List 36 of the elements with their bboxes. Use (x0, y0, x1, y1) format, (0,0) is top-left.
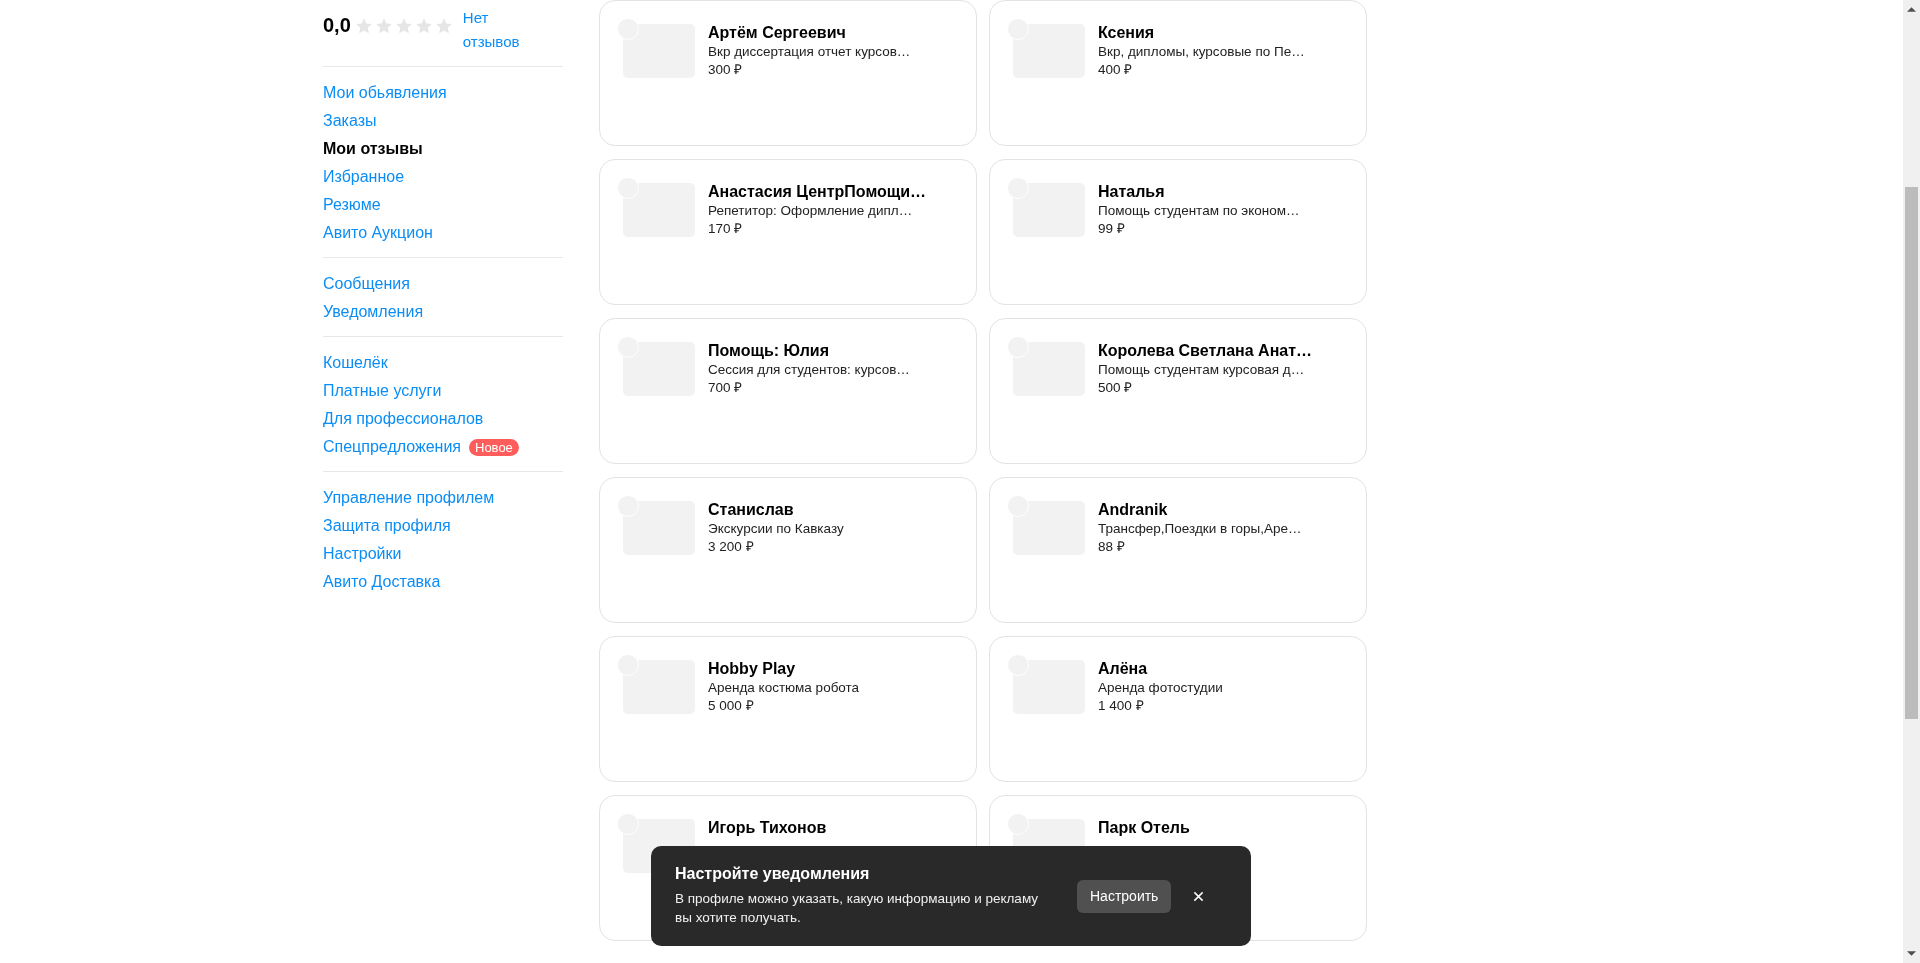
listing-price: 1 400 ₽ (1098, 697, 1145, 715)
listing-title: Hobby Play (708, 659, 797, 679)
listing-price: 170 ₽ (708, 220, 744, 238)
listing-title: Помощь: Юлия (708, 341, 830, 361)
listing-description: Помощь студентам курсовая д… (1098, 361, 1306, 379)
listing-description: Аренда костюма робота (708, 679, 860, 697)
listing-title: Парк Отель (1098, 818, 1190, 838)
listing-description: Вкр, дипломы, курсовые по Пе… (1098, 43, 1305, 61)
listing-title: Станислав (708, 500, 795, 520)
listing-price: 500 ₽ (1098, 379, 1134, 397)
listing-description: Аренда фотостудии (1098, 679, 1223, 697)
listing-price: 300 ₽ (708, 61, 744, 79)
toast-message: В профиле можно указать, какую информацию и рекламу вы хотите получать. (675, 890, 1040, 927)
listing-description: Сессия для студентов: курсов… (708, 361, 910, 379)
listing-title: Анастасия ЦентрПомощи… (708, 182, 927, 202)
listing-price: 400 ₽ (1098, 61, 1134, 79)
listing-title: Алёна (1098, 659, 1149, 679)
listing-description: Репетитор: Оформление дипл… (708, 202, 914, 220)
listing-title: Королева Светлана Анат… (1098, 341, 1313, 361)
listing-description: Трансфер,Поездки в горы,Аре… (1098, 520, 1302, 538)
listing-description: Вкр диссертация отчет курсов… (708, 43, 911, 61)
listing-description: Помощь студентам по эконом… (1098, 202, 1300, 220)
new-badge: Новое (469, 438, 519, 456)
listing-price: 88 ₽ (1098, 538, 1126, 556)
listing-price: 5 000 ₽ (708, 697, 755, 715)
listing-price: 3 200 ₽ (708, 538, 755, 556)
listing-price: 700 ₽ (708, 379, 744, 397)
listing-title: Ксения (1098, 23, 1156, 43)
listing-description: Экскурсии по Кавказу (708, 520, 844, 538)
listing-title: Артём Сергеевич (708, 23, 847, 43)
toast-title: Настройте уведомления (675, 865, 871, 883)
listing-title: Наталья (1098, 182, 1166, 202)
listing-price: 99 ₽ (1098, 220, 1126, 238)
listing-title: Andranik (1098, 500, 1169, 520)
rating-value: 0,0 (323, 14, 351, 37)
listing-title: Игорь Тихонов (708, 818, 827, 838)
